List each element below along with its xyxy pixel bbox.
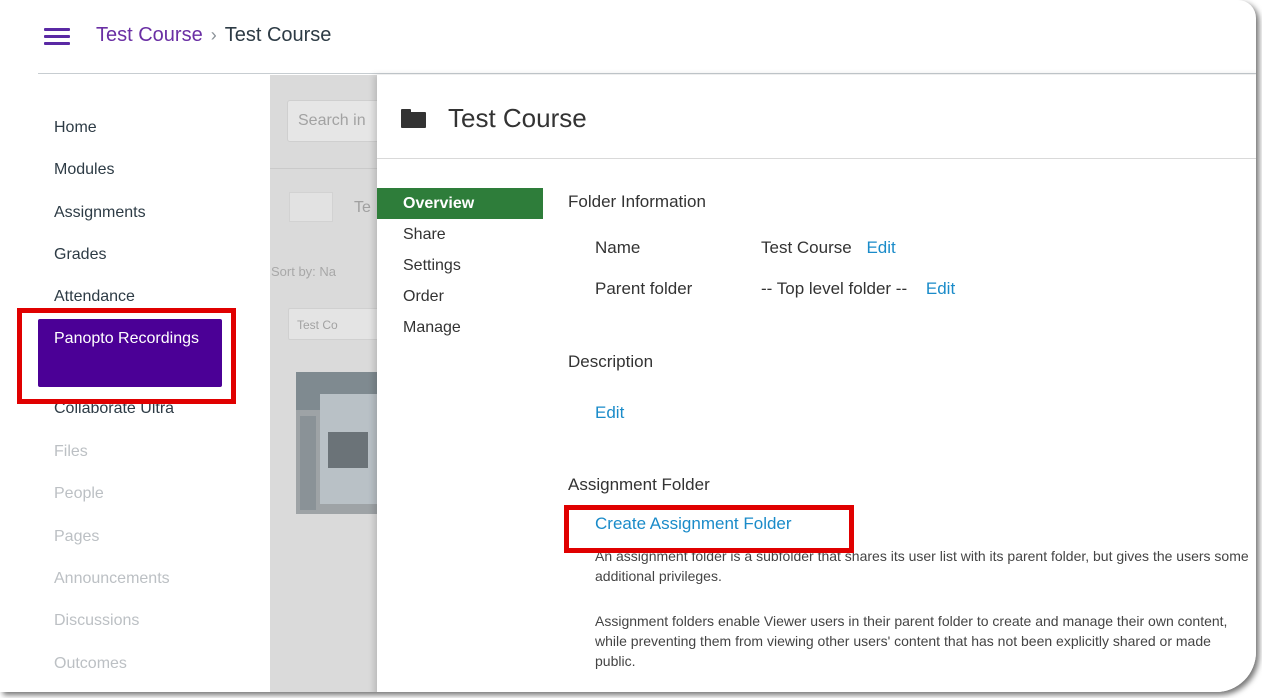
background-divider bbox=[270, 168, 380, 169]
name-label: Name bbox=[595, 238, 641, 257]
tab-manage[interactable]: Manage bbox=[377, 312, 543, 343]
course-navigation: Home Modules Assignments Grades Attendan… bbox=[0, 75, 270, 692]
background-sort-by: Sort by: Na bbox=[271, 264, 337, 279]
folder-information-heading: Folder Information bbox=[568, 192, 706, 211]
name-value: Test Course bbox=[761, 238, 852, 257]
assignment-folder-description-1: An assignment folder is a subfolder that… bbox=[595, 548, 1249, 584]
tab-share[interactable]: Share bbox=[377, 219, 543, 250]
nav-item-collaborate-ultra[interactable]: Collaborate Ultra bbox=[54, 400, 174, 418]
nav-item-outcomes: Outcomes bbox=[54, 655, 127, 672]
breadcrumb-separator-icon: › bbox=[210, 25, 217, 45]
background-folder-tag: Test Co bbox=[288, 308, 388, 340]
app-window: Test Course › Test Course Home Modules A… bbox=[0, 0, 1256, 692]
nav-item-panopto-recordings[interactable]: Panopto Recordings bbox=[38, 319, 222, 387]
nav-item-modules[interactable]: Modules bbox=[54, 161, 114, 179]
nav-item-announcements: Announcements bbox=[54, 570, 170, 587]
nav-item-assignments[interactable]: Assignments bbox=[54, 204, 146, 222]
nav-item-discussions: Discussions bbox=[54, 612, 140, 629]
tab-settings[interactable]: Settings bbox=[377, 250, 543, 281]
settings-tabs: Overview Share Settings Order Manage bbox=[377, 188, 543, 343]
name-value-row: Test Course Edit bbox=[761, 238, 896, 258]
edit-description-link[interactable]: Edit bbox=[595, 403, 624, 423]
pane-header-divider bbox=[377, 158, 1256, 159]
breadcrumb: Test Course › Test Course bbox=[96, 24, 331, 47]
parent-folder-label: Parent folder bbox=[595, 279, 693, 298]
tab-overview[interactable]: Overview bbox=[377, 188, 543, 219]
edit-parent-folder-link[interactable]: Edit bbox=[926, 279, 955, 298]
header-divider bbox=[38, 73, 1256, 74]
folder-icon bbox=[401, 109, 426, 128]
nav-item-attendance[interactable]: Attendance bbox=[54, 288, 135, 306]
assignment-folder-heading: Assignment Folder bbox=[568, 475, 710, 494]
breadcrumb-course-link[interactable]: Test Course bbox=[96, 24, 203, 47]
description-heading: Description bbox=[568, 352, 654, 371]
background-search-input: Search in bbox=[287, 100, 387, 142]
breadcrumb-current: Test Course bbox=[224, 24, 332, 46]
nav-item-files: Files bbox=[54, 443, 88, 460]
background-video-thumbnail bbox=[296, 372, 380, 514]
nav-item-people: People bbox=[54, 485, 104, 502]
parent-folder-value: -- Top level folder -- bbox=[761, 279, 908, 298]
nav-item-grades[interactable]: Grades bbox=[54, 246, 106, 264]
create-assignment-folder-link[interactable]: Create Assignment Folder bbox=[595, 514, 792, 534]
assignment-folder-description-2: Assignment folders enable Viewer users i… bbox=[595, 613, 1228, 669]
tab-order[interactable]: Order bbox=[377, 281, 543, 312]
global-header: Test Course › Test Course bbox=[0, 0, 1256, 74]
background-folder-label: Te bbox=[354, 199, 371, 216]
folder-settings-pane: Test Course Overview Share Settings Orde… bbox=[377, 75, 1256, 692]
pane-title: Test Course bbox=[448, 103, 587, 133]
nav-item-pages: Pages bbox=[54, 528, 100, 545]
edit-name-link[interactable]: Edit bbox=[866, 238, 895, 257]
parent-folder-value-row: -- Top level folder -- Edit bbox=[761, 279, 955, 299]
pane-header: Test Course bbox=[401, 103, 587, 134]
background-folder-icon bbox=[289, 192, 333, 222]
nav-item-home[interactable]: Home bbox=[54, 119, 97, 137]
hamburger-menu-icon[interactable] bbox=[44, 28, 70, 46]
